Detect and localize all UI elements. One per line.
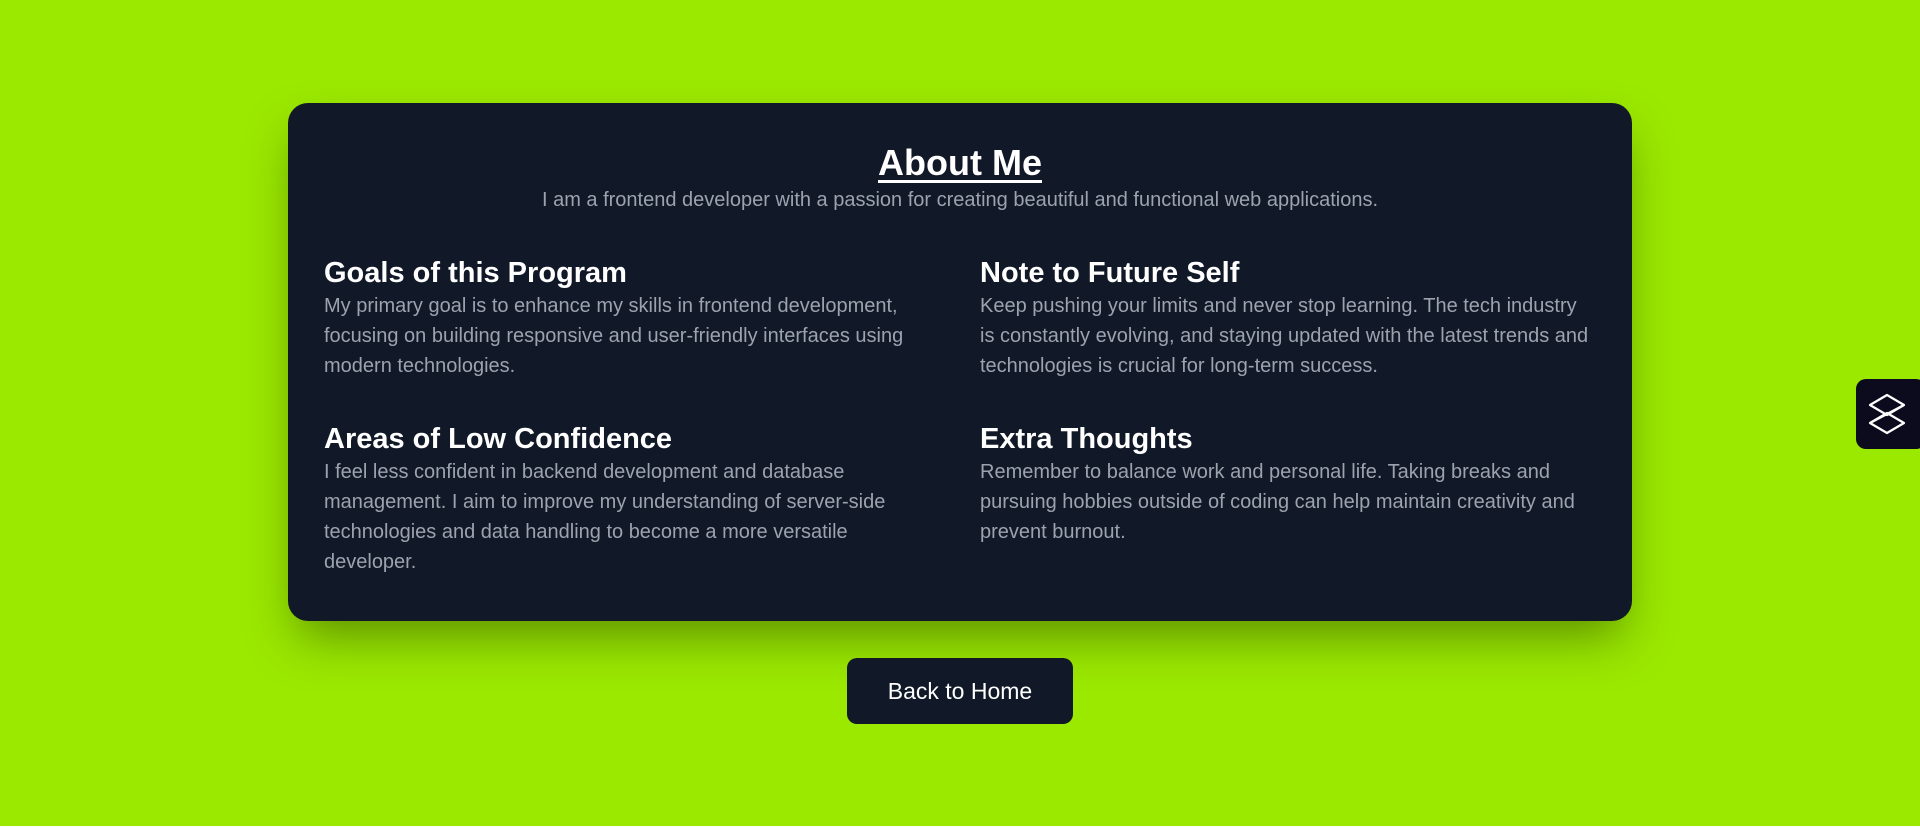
page-title: About Me	[878, 142, 1042, 183]
section-title-note-to-future-self: Note to Future Self	[980, 257, 1240, 289]
side-widget-button[interactable]	[1856, 379, 1920, 449]
page-background: About Me I am a frontend developer with …	[0, 0, 1920, 826]
section-body-note-to-future-self: Keep pushing your limits and never stop …	[980, 295, 1589, 377]
section-low-confidence: Areas of Low Confidence I feel less conf…	[324, 421, 940, 577]
stacked-layers-icon	[1868, 393, 1906, 435]
section-goals: Goals of this Program My primary goal is…	[324, 255, 940, 381]
section-title-low-confidence: Areas of Low Confidence	[324, 423, 673, 455]
sections-grid: Goals of this Program My primary goal is…	[324, 255, 1596, 577]
intro-text: I am a frontend developer with a passion…	[541, 189, 1379, 211]
about-card: About Me I am a frontend developer with …	[288, 103, 1632, 621]
section-body-extra-thoughts: Remember to balance work and personal li…	[980, 461, 1575, 543]
back-to-home-button[interactable]: Back to Home	[847, 658, 1073, 724]
section-title-extra-thoughts: Extra Thoughts	[980, 423, 1193, 455]
section-extra-thoughts: Extra Thoughts Remember to balance work …	[980, 421, 1596, 577]
section-body-goals: My primary goal is to enhance my skills …	[324, 295, 904, 377]
section-note-to-future-self: Note to Future Self Keep pushing your li…	[980, 255, 1596, 381]
section-title-goals: Goals of this Program	[324, 257, 627, 289]
section-body-low-confidence: I feel less confident in backend develop…	[324, 461, 886, 573]
